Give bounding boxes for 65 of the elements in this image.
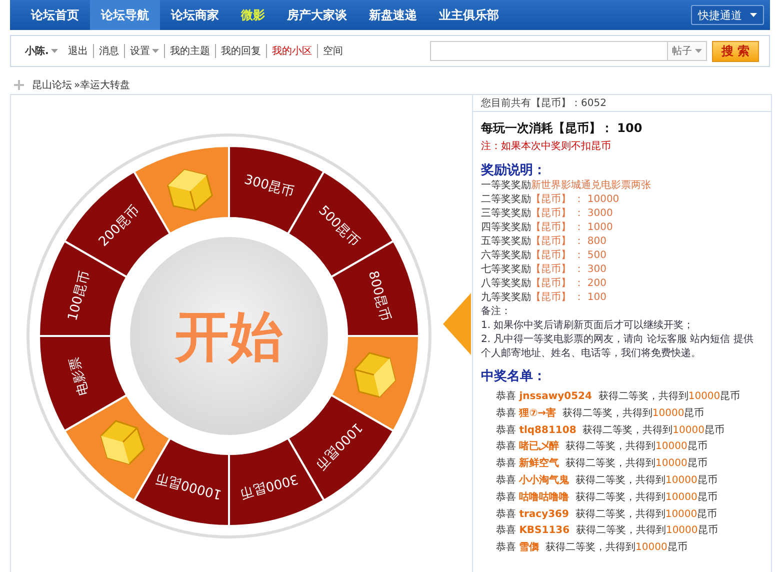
user-link[interactable]: 小陈. [25, 44, 63, 58]
user-link[interactable]: 我的回复 [214, 44, 266, 58]
remark-text: 备注： [481, 305, 512, 319]
plus-icon [14, 80, 24, 90]
winner-line: 恭喜 KBS1136 获得二等奖，共得到10000昆币 [495, 524, 719, 538]
caret-icon [750, 13, 757, 17]
nav-tab[interactable]: 房产大家谈 [276, 0, 358, 30]
winner-line: 恭喜 狸⑦→害 获得二等奖，共得到10000昆币 [495, 406, 706, 421]
caret-icon [695, 49, 702, 53]
nav-tab[interactable]: 论坛首页 [20, 0, 90, 30]
winner-line: 恭喜 新鲜空气 获得二等奖，共得到10000昆币 [495, 456, 708, 472]
winner-line: 恭喜 啫已乄醉 获得二等奖，共得到10000昆币 [495, 439, 708, 454]
breadcrumb-link[interactable]: »幸运大转盘 [74, 78, 130, 92]
prize-label: 10000昆币 [154, 470, 224, 502]
remark-text: 2. 凡中得一等奖电影票的网友，请向 论坛客服 站内短信 提供个人邮寄地址、姓名、电话等，我们将免费快递。 [481, 333, 754, 361]
reward-line: 九等奖奖励【昆币】 ： 100 [481, 291, 608, 305]
search-scope-dropdown[interactable]: 帖子 [668, 41, 707, 61]
nav-tab[interactable]: 业主俱乐部 [428, 0, 510, 30]
section-heading: 中奖名单： [481, 368, 547, 385]
reward-line: 三等奖奖励【昆币】 ： 3000 [481, 207, 614, 221]
balance-text: 您目前共有【昆币】：6052 [473, 95, 771, 112]
user-link[interactable]: 我的小区 [266, 44, 317, 58]
winner-line: 恭喜 雪儛 获得二等奖，共得到10000昆币 [495, 540, 688, 556]
winner-line: 恭喜 jnssawy0524 获得二等奖，共得到10000昆币 [495, 390, 742, 404]
user-link[interactable]: 我的主题 [164, 44, 215, 58]
prize-label: 500昆币 [315, 203, 362, 250]
note-text: 注：如果本次中奖则不扣昆币 [481, 140, 612, 153]
search-button[interactable]: 搜 索 [712, 40, 759, 62]
pointer-arrow [443, 293, 471, 355]
nav-tab[interactable]: 论坛商家 [160, 0, 230, 30]
nav-tab[interactable]: 新盘速递 [358, 0, 428, 30]
prize-label: 800昆币 [364, 269, 392, 322]
nav-tab[interactable]: 论坛导航 [90, 0, 160, 30]
winner-line: 恭喜 tlq881108 获得二等奖，共得到10000昆币 [495, 424, 726, 438]
user-link[interactable]: 空间 [316, 44, 348, 58]
cost-text: 每玩一次消耗【昆币】： 100 [481, 120, 644, 137]
user-link[interactable]: 消息 [92, 44, 124, 58]
reward-line: 八等奖奖励【昆币】 ： 200 [481, 277, 608, 291]
winner-line: 恭喜 tracy369 获得二等奖，共得到10000昆币 [495, 508, 718, 522]
reward-line: 二等奖奖励【昆币】 ： 10000 [481, 193, 620, 207]
reward-line: 一等奖奖励新世界影城通兑电影票两张 [481, 179, 652, 193]
prize-label: 200昆币 [96, 203, 143, 250]
user-link[interactable]: 退出 [62, 44, 93, 58]
reward-line: 五等奖奖励【昆币】 ： 800 [481, 235, 608, 249]
quick-menu-button[interactable]: 快捷通道 [691, 5, 764, 25]
prize-label: 电影票 [67, 355, 92, 397]
prize-label: 100昆币 [66, 269, 94, 322]
prize-label: 300昆币 [242, 172, 296, 200]
nav-tab[interactable]: 微影 [230, 0, 276, 30]
search-field[interactable] [430, 41, 668, 61]
reward-line: 四等奖奖励【昆币】 ： 1000 [481, 221, 614, 235]
prize-label: 3000昆币 [238, 470, 300, 501]
winner-line: 恭喜 小小淘气鬼 获得二等奖，共得到10000昆币 [495, 474, 718, 488]
reward-line: 七等奖奖励【昆币】 ： 300 [481, 263, 608, 277]
gift-box-icon [167, 169, 213, 212]
gift-box-icon [100, 420, 145, 465]
caret-icon [50, 49, 58, 53]
reward-line: 六等奖奖励【昆币】 ： 500 [481, 249, 608, 263]
gift-box-icon [354, 352, 396, 398]
section-heading: 奖励说明： [481, 162, 547, 179]
breadcrumb-link[interactable]: 昆山论坛 [32, 78, 72, 92]
remark-text: 1. 如果你中奖后请刷新页面后才可以继续开奖； [481, 319, 695, 333]
winner-line: 恭喜 咕噜咕噜噜 获得二等奖，共得到10000昆币 [495, 490, 718, 505]
caret-icon [152, 49, 159, 53]
user-link[interactable]: 设置 [124, 44, 164, 58]
